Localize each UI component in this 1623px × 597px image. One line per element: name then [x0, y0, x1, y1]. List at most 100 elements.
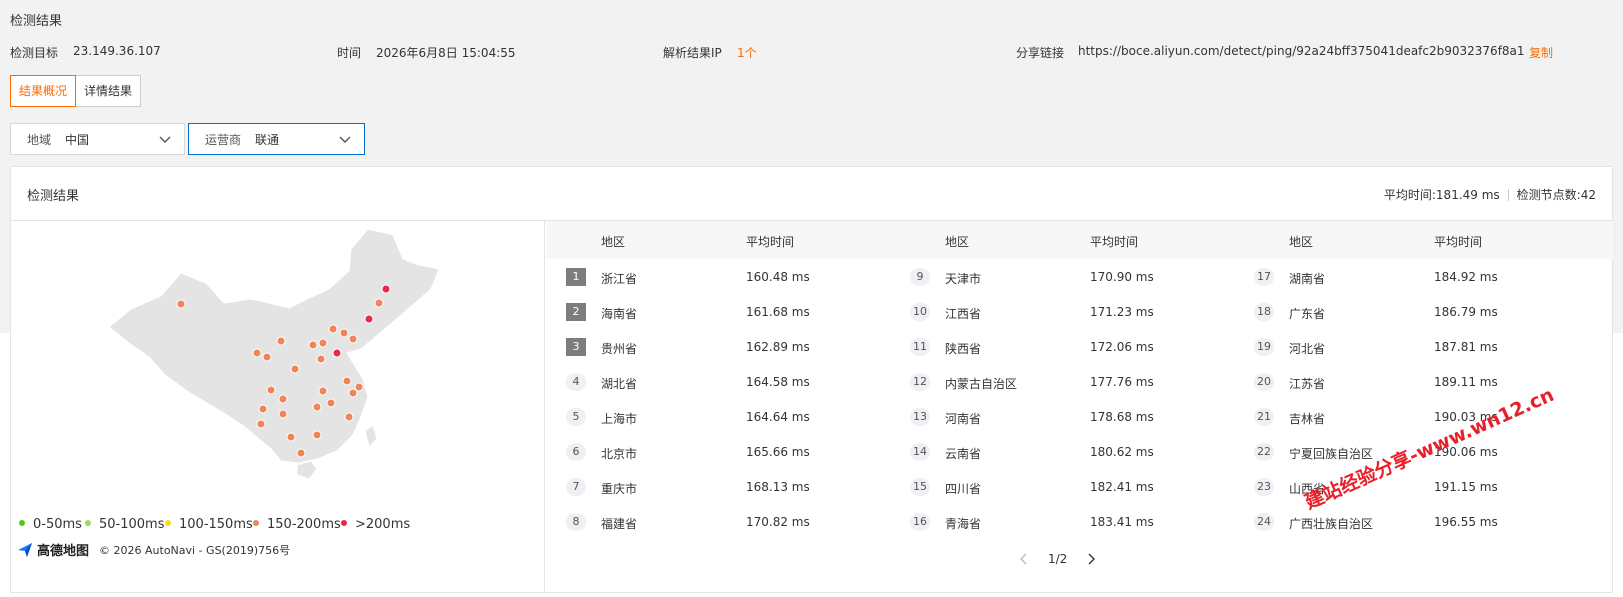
node-count-stat: 检测节点数:42: [1516, 188, 1596, 202]
chevron-left-icon[interactable]: [1016, 551, 1032, 567]
map-node-dot[interactable]: [364, 314, 374, 324]
avg-time-cell: 170.90 ms: [1090, 270, 1154, 284]
map-node-dot[interactable]: [312, 430, 322, 440]
avg-time-cell: 165.66 ms: [746, 445, 810, 459]
rank-badge: 19: [1254, 338, 1274, 356]
map-node-dot[interactable]: [332, 348, 342, 358]
avg-time-cell: 172.06 ms: [1090, 340, 1154, 354]
region-select-value: 中国: [65, 132, 90, 147]
china-map-shape: [108, 228, 440, 480]
region-cell: 四川省: [945, 482, 982, 496]
region-cell: 河南省: [945, 412, 982, 426]
map-node-dot[interactable]: [278, 394, 288, 404]
avg-time-cell: 168.13 ms: [746, 480, 810, 494]
map-node-dot[interactable]: [326, 398, 336, 408]
result-table: 地区 平均时间 地区 平均时间 地区 平均时间 1 浙江省 160.48 ms 2 海南…: [546, 221, 1613, 594]
rank-badge: 2: [566, 303, 586, 321]
rank-badge: 5: [566, 408, 586, 426]
map-node-dot[interactable]: [348, 388, 358, 398]
tab-details[interactable]: 详情结果: [76, 75, 142, 107]
legend-dot: [253, 519, 259, 526]
region-select[interactable]: 地域 中国: [10, 123, 185, 155]
map-node-dot[interactable]: [278, 409, 288, 419]
rank-badge: 21: [1254, 408, 1274, 426]
rank-badge: 8: [566, 513, 586, 531]
avg-time-cell: 189.11 ms: [1434, 375, 1498, 389]
result-tabs: 结果概况 详情结果: [10, 75, 142, 107]
amap-logo-text: 高德地图: [37, 544, 90, 559]
legend-dot: [341, 519, 347, 526]
avg-time-cell: 187.81 ms: [1434, 340, 1498, 354]
map-node-dot[interactable]: [354, 382, 364, 392]
map-node-dot[interactable]: [344, 412, 354, 422]
share-label: 分享链接: [1016, 46, 1065, 60]
map-node-dot[interactable]: [308, 340, 318, 350]
map-node-dot[interactable]: [266, 385, 276, 395]
avg-time-cell: 160.48 ms: [746, 270, 810, 284]
map-node-dot[interactable]: [276, 336, 286, 346]
stat-divider: [1507, 188, 1509, 201]
avg-time-cell: 161.68 ms: [746, 305, 810, 319]
map-node-dot[interactable]: [339, 328, 349, 338]
chevron-right-icon[interactable]: [1083, 551, 1099, 567]
region-cell: 广西壮族自治区: [1289, 517, 1374, 531]
region-cell: 吉林省: [1289, 412, 1326, 426]
map-node-dot[interactable]: [176, 299, 186, 309]
china-mainland: [108, 228, 440, 464]
region-cell: 广东省: [1289, 307, 1326, 321]
map-node-dot[interactable]: [286, 432, 296, 442]
map-area[interactable]: 0-50ms 50-100ms 100-150ms 150-200ms >200…: [11, 221, 545, 594]
legend-item-over-200: >200ms: [341, 517, 410, 532]
rank-badge: 17: [1254, 268, 1274, 286]
map-node-dot[interactable]: [290, 364, 300, 374]
legend-item-50-100: 50-100ms: [85, 517, 164, 532]
region-cell: 陕西省: [945, 342, 982, 356]
resolve-count[interactable]: 1个: [737, 44, 757, 61]
china-map[interactable]: [11, 221, 545, 594]
map-node-dot[interactable]: [262, 352, 272, 362]
avg-time-cell: 177.76 ms: [1090, 375, 1154, 389]
amap-logo-icon: [18, 542, 32, 557]
map-node-dot[interactable]: [374, 298, 384, 308]
legend-item-0-50: 0-50ms: [19, 517, 82, 532]
map-node-dot[interactable]: [296, 448, 306, 458]
map-node-dot[interactable]: [318, 386, 328, 396]
isp-select[interactable]: 运营商 联通: [188, 123, 365, 155]
tab-overview[interactable]: 结果概况: [10, 75, 77, 107]
map-node-dot[interactable]: [342, 376, 352, 386]
map-node-dot[interactable]: [328, 324, 338, 334]
map-node-dot[interactable]: [316, 354, 326, 364]
map-node-dot[interactable]: [252, 348, 262, 358]
header-avg-time: 平均时间: [1090, 235, 1139, 249]
copy-button[interactable]: 复制: [1529, 44, 1553, 61]
map-node-dot[interactable]: [348, 334, 358, 344]
map-node-dot[interactable]: [312, 402, 322, 412]
map-node-dot[interactable]: [381, 284, 391, 294]
legend-label: 150-200ms: [267, 517, 341, 532]
chevron-down-icon: [339, 136, 351, 143]
region-cell: 江西省: [945, 307, 982, 321]
time-value: 2026年6月8日 15:04:55: [376, 46, 516, 60]
header-region: 地区: [601, 235, 626, 249]
isp-select-label: 运营商: [205, 132, 242, 147]
rank-badge: 12: [910, 373, 930, 391]
legend-dot: [85, 519, 91, 526]
region-cell: 湖北省: [601, 377, 638, 391]
avg-time-cell: 180.62 ms: [1090, 445, 1154, 459]
avg-time-cell: 184.92 ms: [1434, 270, 1498, 284]
legend-label: >200ms: [355, 517, 411, 532]
avg-time-cell: 162.89 ms: [746, 340, 810, 354]
legend-item-150-200: 150-200ms: [253, 517, 341, 532]
avg-time-cell: 191.15 ms: [1434, 480, 1498, 494]
map-node-dot[interactable]: [258, 404, 268, 414]
taiwan-island: [364, 424, 378, 448]
hainan-island: [296, 460, 318, 480]
rank-badge: 18: [1254, 303, 1274, 321]
map-copyright: © 2026 AutoNavi - GS(2019)756号: [99, 543, 291, 557]
region-cell: 河北省: [1289, 342, 1326, 356]
map-node-dot[interactable]: [256, 419, 266, 429]
rank-badge: 10: [910, 303, 930, 321]
map-node-dot[interactable]: [318, 338, 328, 348]
legend-dot: [19, 519, 25, 526]
region-cell: 云南省: [945, 447, 982, 461]
